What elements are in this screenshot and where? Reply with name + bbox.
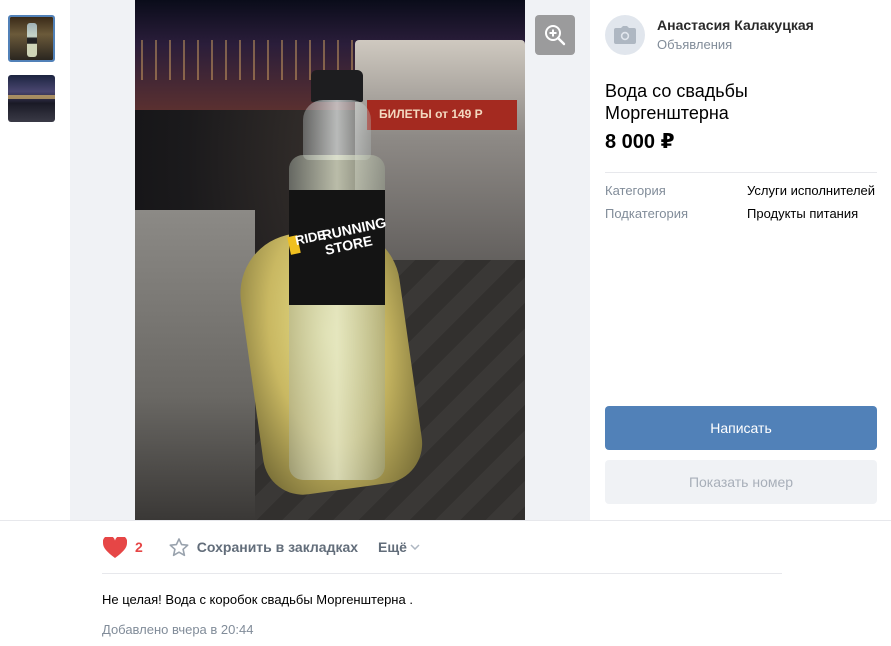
item-properties: Категория Услуги исполнителей Подкатегор… (605, 183, 877, 229)
banner-text: БИЛЕТЫ от 149 Р (379, 107, 483, 121)
like-button[interactable]: 2 (103, 536, 143, 558)
author-block[interactable]: Анастасия Калакуцкая Объявления (605, 15, 814, 55)
property-key: Подкатегория (605, 206, 689, 221)
star-icon (169, 537, 189, 556)
bottle-label-running-store: RUNNING STORE (320, 214, 388, 258)
main-photo[interactable]: БИЛЕТЫ от 149 Р RIDE RUNNING STORE (135, 0, 525, 520)
divider (605, 172, 877, 173)
divider (0, 520, 891, 521)
like-count: 2 (135, 539, 143, 555)
write-message-button[interactable]: Написать (605, 406, 877, 450)
heart-icon (103, 536, 127, 558)
camera-icon (614, 26, 636, 44)
property-value[interactable]: Услуги исполнителей (747, 183, 877, 198)
thumbnail-2[interactable] (8, 75, 55, 122)
water-bottle: RIDE RUNNING STORE (285, 70, 389, 480)
divider (102, 573, 782, 574)
more-menu-button[interactable]: Ещё (378, 539, 420, 555)
market-item-viewer: БИЛЕТЫ от 149 Р RIDE RUNNING STORE Анаст… (0, 0, 891, 646)
item-info-panel: Анастасия Калакуцкая Объявления Вода со … (590, 0, 891, 520)
more-label: Ещё (378, 539, 407, 555)
save-bookmark-label: Сохранить в закладках (196, 539, 359, 555)
author-subtitle: Объявления (657, 37, 733, 52)
item-title: Вода со свадьбы Моргенштерна (605, 81, 748, 123)
zoom-button[interactable] (535, 15, 575, 55)
thumbnail-strip (0, 0, 70, 520)
posted-date[interactable]: Добавлено вчера в 20:44 (102, 622, 253, 637)
author-name[interactable]: Анастасия Калакуцкая (657, 16, 814, 34)
property-value[interactable]: Продукты питания (747, 206, 877, 221)
item-description: Не целая! Вода с коробок свадьбы Моргенш… (102, 592, 413, 607)
item-price: 8 000 ₽ (605, 131, 675, 153)
property-row: Подкатегория Продукты питания (605, 206, 877, 221)
property-key: Категория (605, 183, 666, 198)
thumbnail-1[interactable] (8, 15, 55, 62)
zoom-in-icon (545, 25, 566, 46)
avatar[interactable] (605, 15, 645, 55)
photo-area: БИЛЕТЫ от 149 Р RIDE RUNNING STORE (70, 0, 590, 520)
save-bookmark-button[interactable]: Сохранить в закладках (169, 537, 359, 557)
show-phone-button[interactable]: Показать номер (605, 460, 877, 504)
property-row: Категория Услуги исполнителей (605, 183, 877, 198)
action-bar: 2 Сохранить в закладках Ещё (103, 534, 420, 560)
chevron-down-icon (410, 544, 420, 550)
